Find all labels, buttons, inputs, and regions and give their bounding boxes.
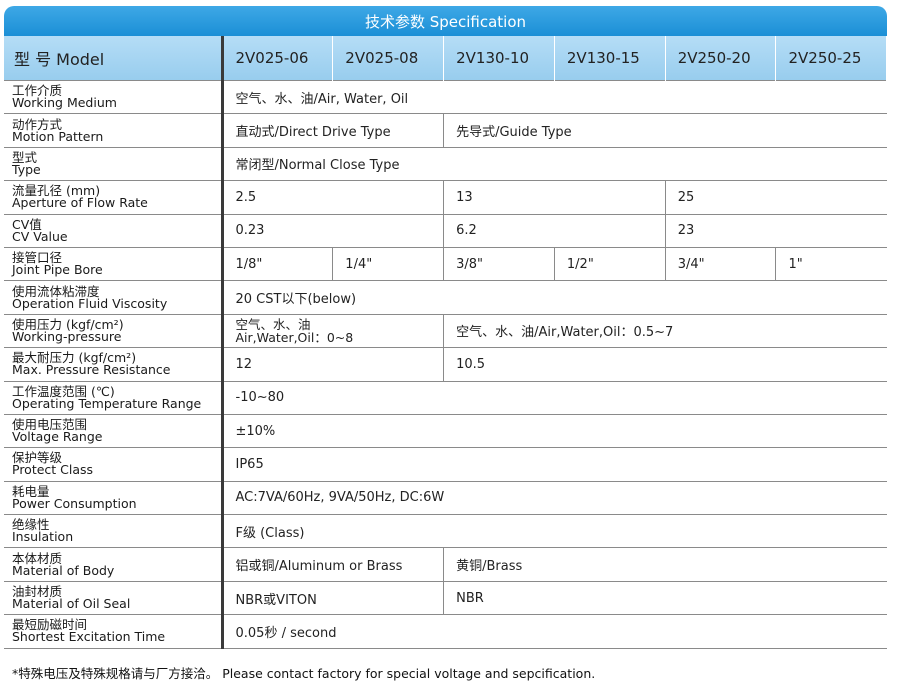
spec-row-label: CV值 CV Value: [4, 214, 224, 248]
label-english: Material of Oil Seal: [12, 596, 131, 612]
spec-row-label: 使用电压范围 Voltage Range: [4, 414, 224, 449]
label-english: Type: [12, 161, 41, 177]
label-english: Power Consumption: [12, 495, 137, 511]
spec-row: 本体材质 Material of Body 铝或铜/Aluminum or Bras…: [4, 547, 887, 582]
spec-value-line: 空气、水、油: [235, 316, 311, 332]
spec-row-label: 保护等级 Protect Class: [4, 447, 224, 482]
spec-value: 黄铜/Brass: [443, 547, 887, 582]
spec-value: 空气、水、油 Air,Water,Oil：0~8: [222, 314, 445, 349]
spec-row: 使用压力 (kgf/cm²) Working-pressure 空气、水、油 Air,…: [4, 314, 887, 349]
spec-row-label: 使用流体粘滞度 Operation Fluid Viscosity: [4, 280, 224, 315]
spec-value: ±10%: [222, 414, 887, 449]
model-name: 2V250-25: [775, 36, 888, 81]
label-english: Joint Pipe Bore: [12, 262, 103, 278]
footnote: *特殊电压及特殊规格请与厂方接洽。 Please contact factory…: [12, 666, 596, 681]
spec-value: IP65: [222, 447, 887, 482]
label-english: Operating Temperature Range: [12, 395, 202, 411]
model-name: 2V130-15: [554, 36, 666, 81]
spec-row-label: 动作方式 Motion Pattern: [4, 113, 224, 148]
spec-value: -10~80: [222, 381, 887, 415]
label-english: Working Medium: [12, 95, 117, 111]
spec-value: 12: [222, 347, 445, 382]
spec-value: 1": [775, 247, 887, 282]
spec-row: 接管口径 Joint Pipe Bore 1/8" 1/4" 3/8" 1/2" 3/4" 1…: [4, 247, 887, 282]
spec-value: 23: [665, 214, 887, 248]
spec-value: 空气、水、油/Air, Water, Oil: [222, 79, 887, 115]
label-english: Working-pressure: [12, 328, 122, 344]
spec-row: 保护等级 Protect Class IP65: [4, 447, 887, 482]
spec-row: 流量孔径 (mm) Aperture of Flow Rate 2.5 13 25: [4, 180, 887, 215]
spec-value: 20 CST以下(below): [222, 280, 887, 315]
spec-row-label: 使用压力 (kgf/cm²) Working-pressure: [4, 314, 224, 349]
spec-table: 型 号 Model 2V025-06 2V025-08 2V130-10 2V1…: [4, 36, 888, 649]
spec-value: 空气、水、油/Air,Water,Oil：0.5~7: [443, 314, 887, 349]
spec-row: 绝缘性 Insulation F级 (Class): [4, 514, 887, 549]
spec-value: 2.5: [222, 180, 445, 215]
spec-value: 铝或铜/Aluminum or Brass: [222, 547, 445, 582]
label-english: Motion Pattern: [12, 128, 104, 144]
spec-row: 油封材质 Material of Oil Seal NBR或VITON NBR: [4, 581, 887, 616]
spec-value-line: Air,Water,Oil：0~8: [235, 329, 354, 345]
spec-value: NBR或VITON: [222, 581, 445, 616]
spec-title: 技术参数 Specification: [4, 6, 887, 36]
specification-sheet: 技术参数 Specification 型 号 Model 2V025-06 2V…: [4, 6, 888, 649]
spec-body: 工作介质 Working Medium 空气、水、油/Air, Water, Oil…: [4, 79, 887, 649]
spec-value: AC:7VA/60Hz, 9VA/50Hz, DC:6W: [222, 481, 887, 516]
spec-value: NBR: [443, 581, 887, 616]
model-name: 2V025-06: [222, 36, 334, 81]
spec-row: 耗电量 Power Consumption AC:7VA/60Hz, 9VA/50H…: [4, 481, 887, 516]
spec-value: 先导式/Guide Type: [443, 113, 887, 148]
spec-value: 3/4": [665, 247, 777, 282]
label-chinese: 型式: [12, 149, 38, 165]
spec-row: 最大耐压力 (kgf/cm²) Max. Pressure Resistance 1…: [4, 347, 887, 382]
spec-row: 工作介质 Working Medium 空气、水、油/Air, Water, Oil: [4, 79, 887, 115]
model-name: 2V250-20: [665, 36, 777, 81]
label-english: Voltage Range: [12, 429, 103, 445]
model-header-row: 型 号 Model 2V025-06 2V025-08 2V130-10 2V1…: [4, 36, 888, 81]
spec-row-label: 耗电量 Power Consumption: [4, 481, 224, 516]
spec-row-label: 工作温度范围 (℃) Operating Temperature Range: [4, 381, 224, 415]
spec-row-label: 最短励磁时间 Shortest Excitation Time: [4, 614, 224, 649]
spec-value: 1/2": [554, 247, 666, 282]
spec-row-label: 流量孔径 (mm) Aperture of Flow Rate: [4, 180, 224, 215]
label-english: Aperture of Flow Rate: [12, 195, 148, 211]
model-header-label: 型 号 Model: [4, 36, 224, 81]
spec-value: 13: [443, 180, 666, 215]
spec-row-label: 型式 Type: [4, 147, 224, 182]
spec-row: 最短励磁时间 Shortest Excitation Time 0.05秒 / se…: [4, 614, 887, 649]
spec-row: 使用电压范围 Voltage Range ±10%: [4, 414, 887, 449]
label-english: CV Value: [12, 228, 68, 244]
spec-value: 3/8": [443, 247, 555, 282]
spec-value: 直动式/Direct Drive Type: [222, 113, 445, 148]
spec-value: 0.23: [222, 214, 445, 248]
spec-row-label: 接管口径 Joint Pipe Bore: [4, 247, 224, 282]
model-name: 2V025-08: [332, 36, 445, 81]
spec-value: 25: [665, 180, 887, 215]
label-english: Operation Fluid Viscosity: [12, 295, 168, 311]
label-english: Material of Body: [12, 562, 115, 578]
model-name: 2V130-10: [443, 36, 555, 81]
spec-row: CV值 CV Value 0.23 6.2 23: [4, 214, 887, 248]
spec-row: 型式 Type 常闭型/Normal Close Type: [4, 147, 887, 182]
spec-value: 10.5: [443, 347, 887, 382]
label-english: Max. Pressure Resistance: [12, 362, 171, 378]
spec-value: 1/4": [332, 247, 445, 282]
spec-value: 0.05秒 / second: [222, 614, 887, 649]
spec-row: 工作温度范围 (℃) Operating Temperature Range -10…: [4, 381, 887, 415]
spec-row: 使用流体粘滞度 Operation Fluid Viscosity 20 CST以下…: [4, 280, 887, 315]
label-english: Protect Class: [12, 462, 94, 478]
spec-row-label: 最大耐压力 (kgf/cm²) Max. Pressure Resistance: [4, 347, 224, 382]
spec-value: 6.2: [443, 214, 666, 248]
label-english: Insulation: [12, 529, 74, 545]
spec-value: F级 (Class): [222, 514, 887, 549]
spec-value: 常闭型/Normal Close Type: [222, 147, 887, 182]
label-english: Shortest Excitation Time: [12, 629, 166, 645]
spec-row-label: 工作介质 Working Medium: [4, 79, 224, 115]
spec-row-label: 油封材质 Material of Oil Seal: [4, 581, 224, 616]
spec-value: 1/8": [222, 247, 334, 282]
spec-row: 动作方式 Motion Pattern 直动式/Direct Drive Type 先…: [4, 113, 887, 148]
spec-row-label: 绝缘性 Insulation: [4, 514, 224, 549]
spec-row-label: 本体材质 Material of Body: [4, 547, 224, 582]
